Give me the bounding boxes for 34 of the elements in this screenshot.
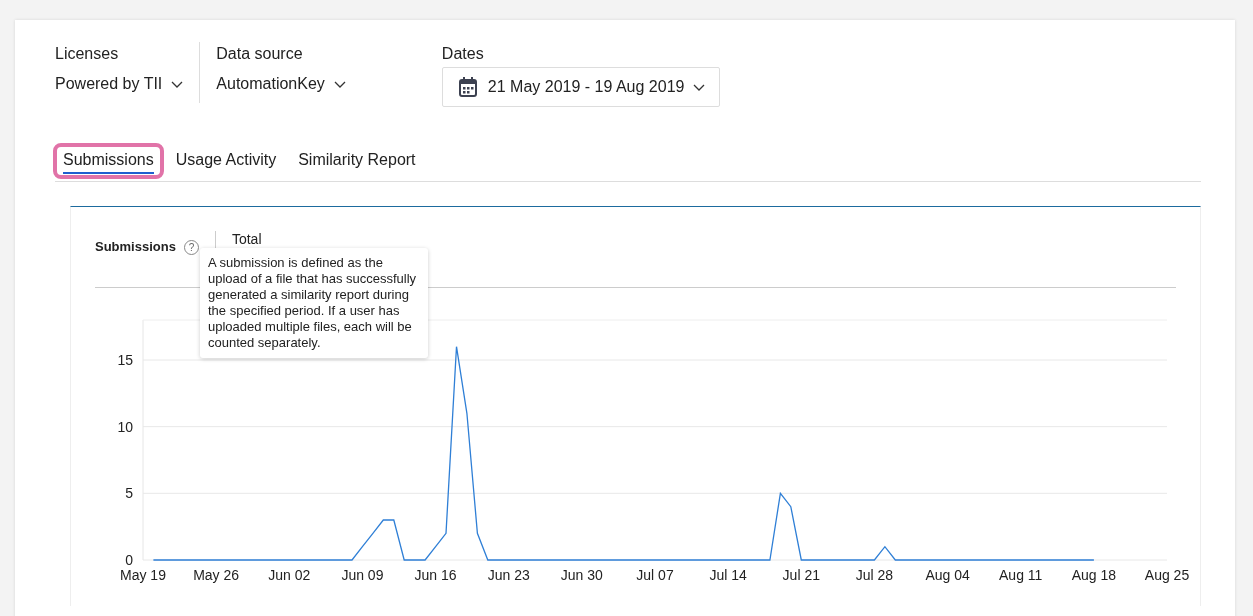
chart-title: Submissions — [95, 239, 176, 254]
x-tick-label: Jul 14 — [709, 567, 747, 583]
tab[interactable]: Submissions — [55, 145, 162, 177]
x-tick-label: Jun 16 — [414, 567, 457, 583]
filter-dropdown[interactable]: AutomationKey — [216, 75, 346, 93]
x-tick-label: Jul 21 — [782, 567, 820, 583]
x-tick-label: Jun 23 — [487, 567, 530, 583]
y-tick-label: 5 — [125, 485, 133, 502]
x-tick-label: Aug 11 — [999, 567, 1043, 583]
x-tick-label: May 26 — [193, 567, 240, 583]
filter-label: Data source — [216, 45, 304, 63]
filter-dropdown[interactable]: Powered by TII — [55, 75, 184, 93]
x-tick-label: Jul 07 — [636, 567, 674, 583]
calendar-icon — [458, 77, 477, 97]
chevron-down-icon — [693, 83, 706, 91]
x-tick-label: Aug 18 — [1071, 567, 1117, 583]
y-tick-label: 10 — [117, 418, 133, 435]
y-tick-label: 0 — [125, 552, 133, 568]
x-tick-label: Jun 09 — [341, 567, 384, 583]
x-tick-label: Jun 02 — [268, 567, 311, 583]
x-tick-label: Aug 25 — [1144, 567, 1190, 583]
chevron-down-icon — [333, 80, 346, 88]
x-tick-label: Jul 28 — [855, 567, 894, 583]
filter-label: Dates — [441, 45, 485, 63]
filter-label: Licenses — [55, 45, 120, 63]
tooltip: A submission is defined as the upload of a file that has successfully generated a similarity report during the specified period. If a user has uploaded multiple files, each will be counted separately. — [200, 248, 428, 358]
tab[interactable]: Similarity Report — [290, 145, 424, 177]
x-tick-label: Aug 04 — [925, 567, 970, 583]
chevron-down-icon — [171, 80, 184, 88]
x-tick-label: May 19 — [120, 567, 166, 583]
tab[interactable]: Usage Activity — [167, 145, 285, 177]
x-tick-label: Jun 30 — [560, 567, 603, 583]
date-range-dropdown[interactable]: 21 May 2019 - 19 Aug 2019 — [441, 67, 721, 107]
y-tick-label: 15 — [117, 352, 133, 368]
